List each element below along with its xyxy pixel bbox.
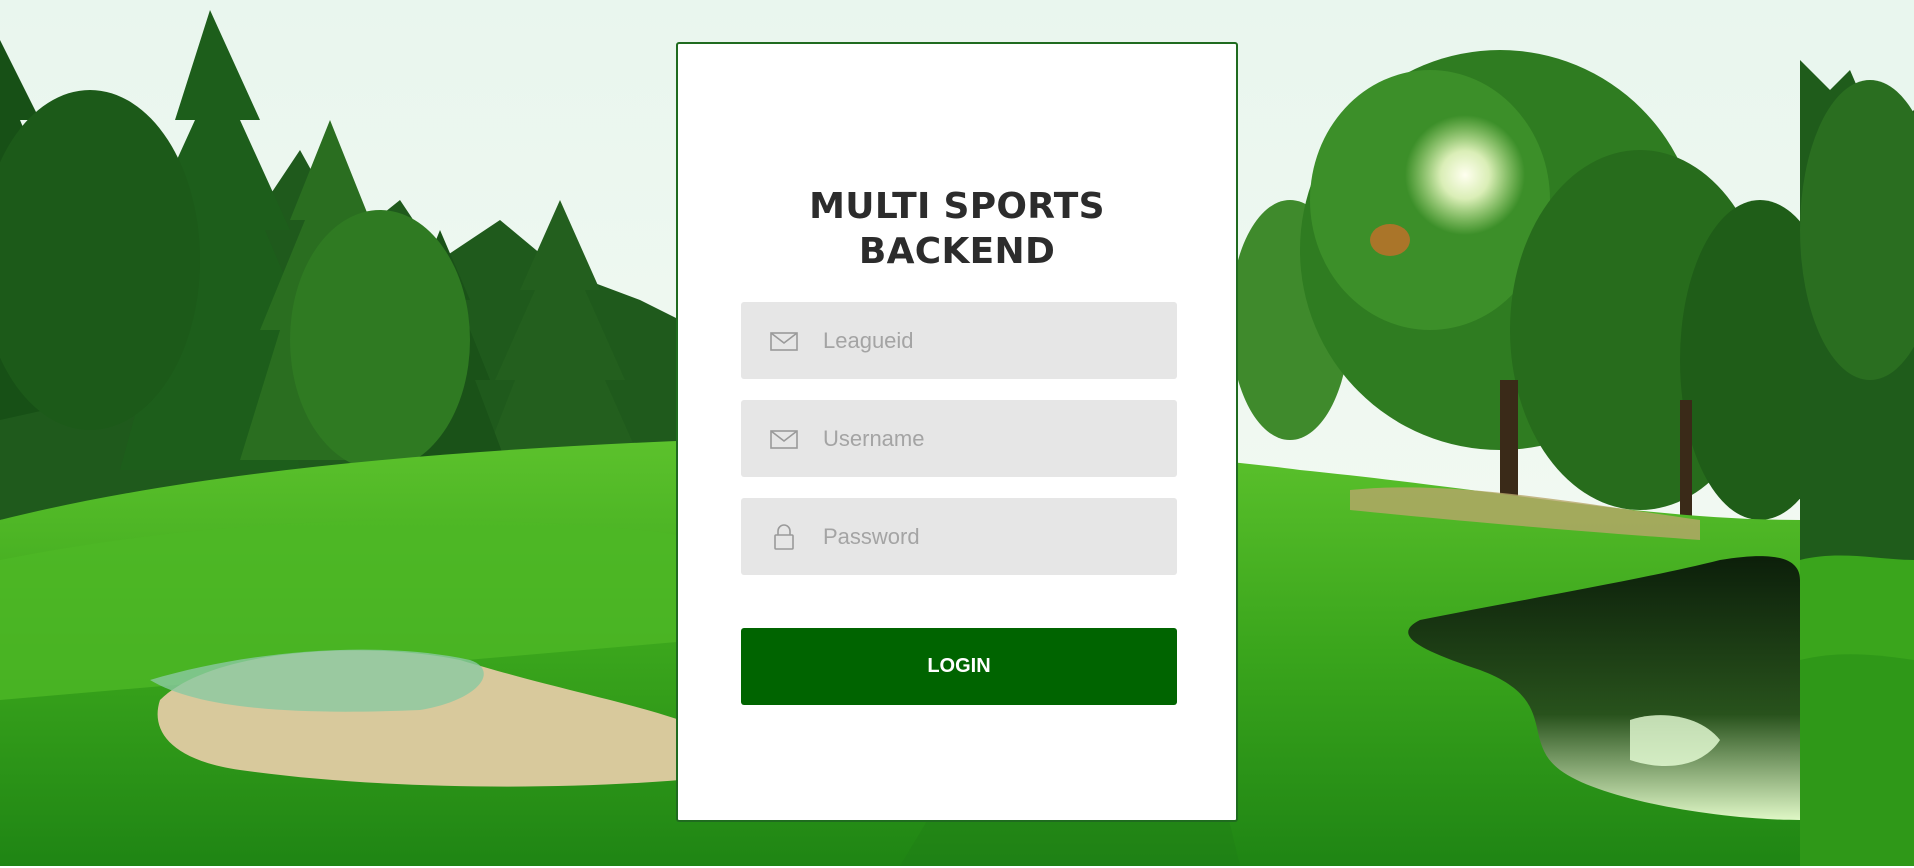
- username-field[interactable]: [741, 400, 1177, 477]
- golf-course-image-tile: [1800, 0, 1914, 866]
- password-input[interactable]: [823, 498, 1163, 575]
- envelope-icon: [769, 424, 799, 454]
- leagueid-field[interactable]: [741, 302, 1177, 379]
- leagueid-input[interactable]: [823, 302, 1163, 379]
- username-input[interactable]: [823, 400, 1163, 477]
- lock-icon: [769, 522, 799, 552]
- title-line-2: BACKEND: [858, 231, 1056, 272]
- title-line-1: MULTI SPORTS: [809, 186, 1105, 227]
- envelope-icon: [769, 326, 799, 356]
- page-title: MULTI SPORTS BACKEND: [678, 184, 1236, 274]
- password-field[interactable]: [741, 498, 1177, 575]
- login-button[interactable]: LOGIN: [741, 628, 1177, 705]
- login-card: MULTI SPORTS BACKEND LOGIN: [676, 42, 1238, 822]
